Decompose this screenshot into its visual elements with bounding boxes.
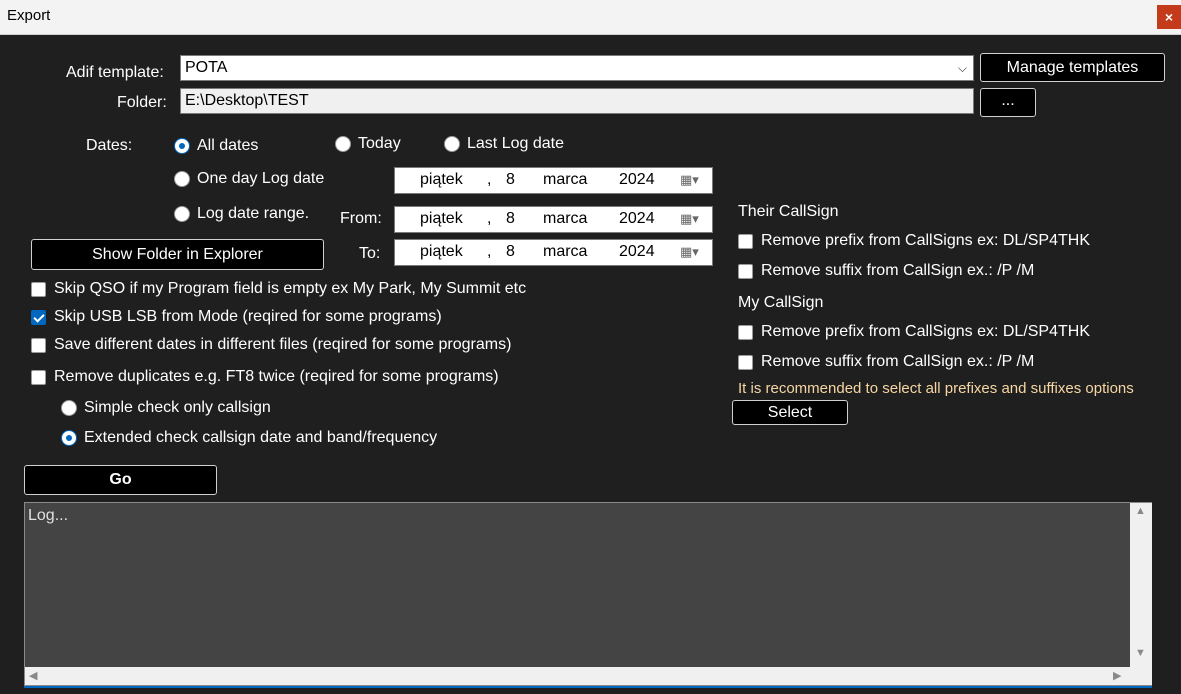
- select-button[interactable]: Select: [732, 400, 848, 425]
- their-remove-suffix-label: Remove suffix from CallSign ex.: /P /M: [761, 262, 1035, 279]
- from-label: From:: [340, 210, 382, 227]
- one-day-label: One day Log date: [197, 170, 325, 187]
- window-title: Export: [7, 7, 51, 24]
- their-remove-suffix-checkbox[interactable]: [738, 264, 753, 279]
- their-callsign-heading: Their CallSign: [738, 203, 839, 220]
- one-day-radio[interactable]: [174, 171, 190, 187]
- date-weekday: piątek: [420, 210, 463, 227]
- browse-folder-button[interactable]: ...: [980, 88, 1036, 117]
- calendar-icon[interactable]: ▦▾: [680, 244, 699, 260]
- skip-qso-checkbox[interactable]: [31, 282, 46, 297]
- go-button[interactable]: Go: [24, 465, 217, 495]
- my-remove-suffix-checkbox[interactable]: [738, 355, 753, 370]
- scroll-up-icon[interactable]: ▲: [1135, 505, 1146, 517]
- dates-label: Dates:: [86, 137, 133, 154]
- date-day: 8: [506, 243, 515, 260]
- recommend-note: It is recommended to select all prefixes…: [738, 380, 1134, 397]
- date-year: 2024: [619, 210, 655, 227]
- last-log-date-label: Last Log date: [467, 135, 564, 152]
- date-year: 2024: [619, 171, 655, 188]
- my-callsign-heading: My CallSign: [738, 294, 824, 311]
- date-day: 8: [506, 171, 515, 188]
- scroll-right-icon[interactable]: ▶: [1113, 669, 1121, 682]
- scroll-left-icon[interactable]: ◀: [29, 669, 37, 682]
- log-textarea[interactable]: Log... ▲ ▼ ◀ ▶: [24, 502, 1152, 686]
- date-month: marca: [543, 210, 588, 227]
- date-year: 2024: [619, 243, 655, 260]
- show-folder-button[interactable]: Show Folder in Explorer: [31, 239, 324, 270]
- skip-usb-checkbox[interactable]: [31, 310, 46, 325]
- to-date-picker[interactable]: piątek , 8 marca 2024 ▦▾: [394, 239, 713, 266]
- date-weekday: piątek: [420, 243, 463, 260]
- focus-underline: [24, 686, 1152, 688]
- date-day: 8: [506, 210, 515, 227]
- date-sep: ,: [487, 243, 492, 260]
- folder-label: Folder:: [117, 94, 167, 111]
- one-day-date-picker[interactable]: piątek , 8 marca 2024 ▦▾: [394, 167, 713, 194]
- manage-templates-button[interactable]: Manage templates: [980, 53, 1165, 82]
- horizontal-scrollbar[interactable]: ◀ ▶: [25, 667, 1152, 685]
- my-remove-prefix-checkbox[interactable]: [738, 325, 753, 340]
- date-range-label: Log date range.: [197, 205, 310, 222]
- save-dates-label: Save different dates in different files …: [54, 336, 512, 353]
- all-dates-radio[interactable]: [174, 138, 190, 154]
- remove-duplicates-label: Remove duplicates e.g. FT8 twice (reqire…: [54, 368, 499, 385]
- last-log-date-radio[interactable]: [444, 136, 460, 152]
- title-bar: Export ×: [0, 0, 1181, 35]
- date-month: marca: [543, 171, 588, 188]
- simple-check-radio[interactable]: [61, 400, 77, 416]
- vertical-scrollbar[interactable]: ▲ ▼: [1130, 503, 1152, 668]
- their-remove-prefix-checkbox[interactable]: [738, 234, 753, 249]
- chevron-down-icon: ⌵: [957, 61, 967, 75]
- from-date-picker[interactable]: piątek , 8 marca 2024 ▦▾: [394, 206, 713, 233]
- scroll-down-icon[interactable]: ▼: [1135, 647, 1146, 659]
- calendar-icon[interactable]: ▦▾: [680, 172, 699, 188]
- my-remove-prefix-label: Remove prefix from CallSigns ex: DL/SP4T…: [761, 323, 1090, 340]
- extended-check-label: Extended check callsign date and band/fr…: [84, 429, 438, 446]
- skip-usb-label: Skip USB LSB from Mode (reqired for some…: [54, 308, 442, 325]
- my-remove-suffix-label: Remove suffix from CallSign ex.: /P /M: [761, 353, 1035, 370]
- date-sep: ,: [487, 171, 492, 188]
- extended-check-radio[interactable]: [61, 430, 77, 446]
- all-dates-label: All dates: [197, 137, 259, 154]
- simple-check-label: Simple check only callsign: [84, 399, 271, 416]
- adif-template-label: Adif template:: [66, 64, 164, 81]
- today-label: Today: [358, 135, 401, 152]
- remove-duplicates-checkbox[interactable]: [31, 370, 46, 385]
- skip-qso-label: Skip QSO if my Program field is empty ex…: [54, 280, 527, 297]
- close-button[interactable]: ×: [1157, 5, 1181, 29]
- to-label: To:: [359, 245, 381, 262]
- date-month: marca: [543, 243, 588, 260]
- date-range-radio[interactable]: [174, 206, 190, 222]
- log-placeholder: Log...: [28, 507, 69, 524]
- date-weekday: piątek: [420, 171, 463, 188]
- adif-template-value: POTA: [185, 59, 228, 76]
- their-remove-prefix-label: Remove prefix from CallSigns ex: DL/SP4T…: [761, 232, 1090, 249]
- today-radio[interactable]: [335, 136, 351, 152]
- save-dates-checkbox[interactable]: [31, 338, 46, 353]
- calendar-icon[interactable]: ▦▾: [680, 211, 699, 227]
- adif-template-select[interactable]: POTA ⌵: [180, 55, 974, 81]
- folder-field[interactable]: E:\Desktop\TEST: [180, 88, 974, 114]
- date-sep: ,: [487, 210, 492, 227]
